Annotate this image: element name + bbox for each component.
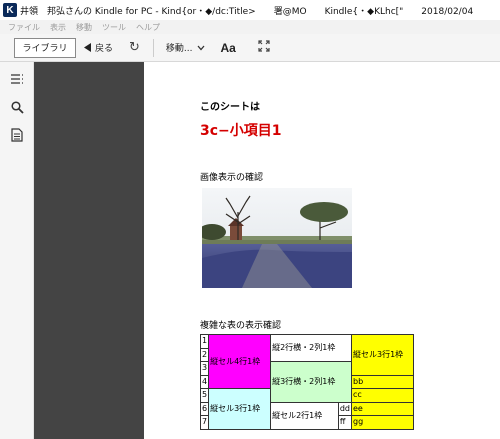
table-of-contents-icon[interactable] bbox=[10, 72, 24, 86]
title-bar: K 井領 邦弘さんの Kindle for PC - Kind{or・◆/dc:… bbox=[0, 0, 500, 20]
library-button[interactable]: ライブラリ bbox=[14, 37, 76, 58]
magenta-merged-cell: 縦セル4行1枠 bbox=[208, 334, 272, 389]
menu-file[interactable]: ファイル bbox=[8, 22, 40, 33]
table-caption: 複雑な表の表示確認 bbox=[200, 321, 282, 331]
reader-area: このシートは 3c−小項目1 画像表示の確認 複雑な表の表示確認 1 縦セル4行… bbox=[34, 62, 500, 439]
cyan-merged-cell: 縦セル3行1枠 bbox=[208, 388, 272, 430]
menu-view[interactable]: 表示 bbox=[50, 22, 66, 33]
cell-bb: bb bbox=[351, 374, 414, 389]
back-arrow-icon bbox=[84, 43, 91, 52]
chevron-down-icon bbox=[197, 45, 205, 50]
row-number: 2 bbox=[199, 347, 210, 362]
left-rail bbox=[0, 62, 34, 439]
cell-dd: dd bbox=[337, 401, 353, 416]
toolbar-divider bbox=[152, 38, 154, 57]
menu-bar: ファイル 表示 移動 ツール ヘルプ bbox=[0, 20, 500, 34]
window-title: 井領 邦弘さんの Kindle for PC - Kind{or・◆/dc:Ti… bbox=[20, 6, 474, 17]
park-photo bbox=[202, 188, 352, 288]
toolbar: ライブラリ 戻る ↻ 移動... Aa bbox=[0, 34, 500, 62]
sheet-heading: このシートは bbox=[200, 102, 260, 113]
go-to-label: 移動... bbox=[165, 44, 193, 54]
row-number: 5 bbox=[199, 388, 210, 403]
item-heading: 3c−小項目1 bbox=[200, 123, 282, 139]
menu-go[interactable]: 移動 bbox=[76, 22, 92, 33]
cell-ee: ee bbox=[351, 401, 414, 416]
sync-icon[interactable]: ↻ bbox=[129, 40, 140, 55]
back-button[interactable]: 戻る bbox=[84, 41, 113, 54]
cell-gg: gg bbox=[351, 415, 414, 430]
menu-help[interactable]: ヘルプ bbox=[136, 22, 160, 33]
font-settings-button[interactable]: Aa bbox=[221, 41, 236, 55]
book-page[interactable]: このシートは 3c−小項目1 画像表示の確認 複雑な表の表示確認 1 縦セル4行… bbox=[144, 62, 500, 439]
back-label: 戻る bbox=[95, 44, 114, 54]
row-number: 4 bbox=[199, 374, 210, 389]
kindle-app-icon: K bbox=[3, 3, 17, 17]
search-icon[interactable] bbox=[10, 100, 24, 114]
two-row-two-col-cell: 縦2行横・2列1枠 bbox=[270, 334, 352, 362]
go-to-button[interactable]: 移動... bbox=[166, 41, 205, 54]
row-number: 3 bbox=[199, 361, 210, 376]
two-row-cell: 縦セル2行1枠 bbox=[270, 401, 339, 430]
notes-icon[interactable] bbox=[10, 128, 24, 142]
complex-table: 1 縦セル4行1枠 縦2行横・2列1枠 縦セル3行1枠 2 3 縦3行横・2列1… bbox=[199, 334, 414, 430]
row-number: 7 bbox=[199, 415, 210, 430]
yellow-merged-cell: 縦セル3行1枠 bbox=[351, 334, 414, 376]
image-caption: 画像表示の確認 bbox=[200, 173, 264, 183]
row-number: 1 bbox=[199, 334, 210, 349]
fullscreen-icon[interactable] bbox=[258, 40, 270, 55]
row-number: 6 bbox=[199, 401, 210, 416]
cell-cc: cc bbox=[351, 388, 414, 403]
cell-ff: ff bbox=[337, 415, 353, 430]
green-merged-cell: 縦3行横・2列1枠 bbox=[270, 361, 352, 403]
menu-tools[interactable]: ツール bbox=[102, 22, 126, 33]
